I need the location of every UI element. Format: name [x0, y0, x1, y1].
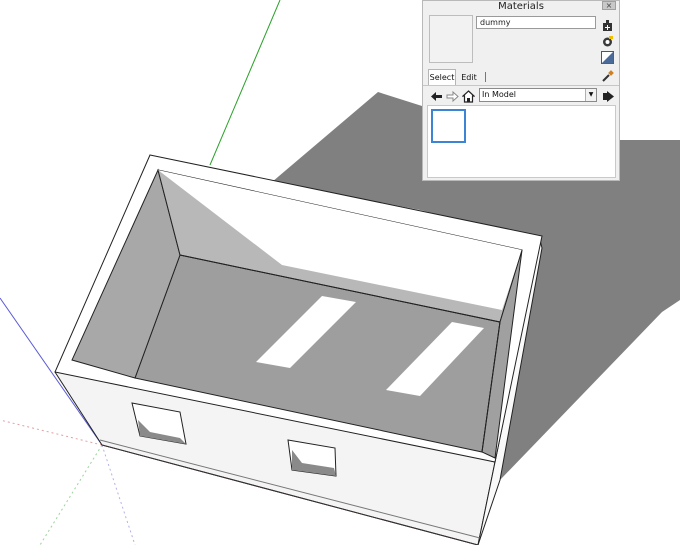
- material-thumbnail-selected[interactable]: [431, 109, 466, 143]
- back-arrow-icon[interactable]: [430, 88, 443, 101]
- collection-dropdown[interactable]: In Model ▼: [479, 88, 597, 102]
- tab-select[interactable]: Select: [428, 69, 456, 85]
- default-material-icon[interactable]: [601, 49, 614, 64]
- tab-bar-divider: [423, 85, 619, 86]
- collection-dropdown-value: In Model: [482, 90, 516, 99]
- materials-list[interactable]: [427, 105, 616, 178]
- paint-bucket-icon[interactable]: [601, 33, 614, 47]
- home-icon[interactable]: [461, 88, 476, 103]
- close-button[interactable]: ×: [602, 1, 616, 10]
- panel-title: Materials: [498, 1, 544, 12]
- tab-separator: [485, 72, 486, 82]
- details-arrow-icon[interactable]: [603, 88, 615, 102]
- blue-axis-dotted: [101, 444, 136, 545]
- chevron-down-icon[interactable]: ▼: [585, 89, 596, 101]
- material-name-field[interactable]: dummy: [476, 16, 596, 29]
- eyedropper-icon[interactable]: [601, 68, 614, 82]
- green-axis-dotted: [39, 444, 103, 545]
- create-material-icon[interactable]: [601, 17, 614, 31]
- material-preview-swatch: [429, 15, 473, 63]
- materials-panel[interactable]: Materials × dummy Select Edit In Model ▼: [422, 0, 620, 181]
- green-axis: [209, 0, 281, 166]
- tab-edit[interactable]: Edit: [458, 71, 480, 85]
- forward-arrow-icon[interactable]: [446, 88, 459, 103]
